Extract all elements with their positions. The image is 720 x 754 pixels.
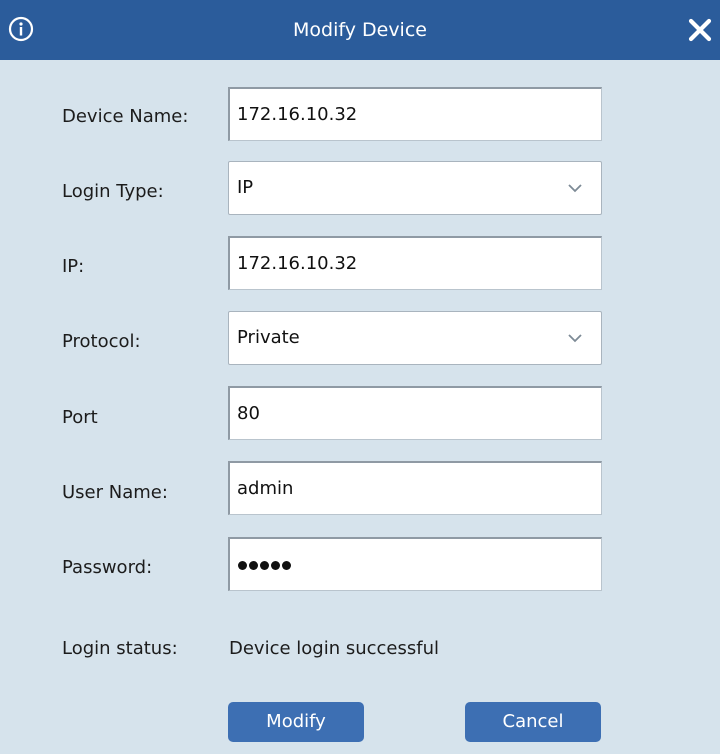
login-type-label: Login Type:	[62, 181, 164, 202]
modify-button[interactable]: Modify	[228, 702, 364, 742]
port-label: Port	[62, 407, 98, 428]
modify-device-dialog: Modify Device Device Name: 172.16.10.32 …	[0, 0, 720, 754]
password-dot	[260, 561, 269, 570]
device-name-label: Device Name:	[62, 106, 189, 127]
login-status-label: Login status:	[62, 638, 178, 659]
chevron-down-icon	[568, 184, 582, 193]
user-name-value: admin	[237, 478, 294, 499]
protocol-value: Private	[237, 327, 300, 348]
title-bar: Modify Device	[0, 0, 720, 60]
password-dot	[249, 561, 258, 570]
device-name-input[interactable]: 172.16.10.32	[228, 87, 602, 141]
password-dot	[271, 561, 280, 570]
protocol-select[interactable]: Private	[228, 311, 602, 365]
login-type-select[interactable]: IP	[228, 161, 602, 215]
password-input[interactable]	[228, 537, 602, 591]
user-name-label: User Name:	[62, 482, 168, 503]
info-icon	[8, 16, 34, 42]
ip-value: 172.16.10.32	[237, 253, 358, 274]
device-name-value: 172.16.10.32	[237, 104, 358, 125]
password-dot	[238, 561, 247, 570]
port-value: 80	[237, 403, 260, 424]
ip-input[interactable]: 172.16.10.32	[228, 236, 602, 290]
password-dot	[282, 561, 291, 570]
chevron-down-icon	[568, 334, 582, 343]
ip-label: IP:	[62, 256, 85, 277]
user-name-input[interactable]: admin	[228, 461, 602, 515]
login-status-text: Device login successful	[229, 638, 440, 659]
window-title: Modify Device	[293, 19, 427, 41]
protocol-label: Protocol:	[62, 331, 141, 352]
cancel-button[interactable]: Cancel	[465, 702, 601, 742]
close-icon[interactable]	[688, 18, 712, 42]
port-input[interactable]: 80	[228, 386, 602, 440]
password-label: Password:	[62, 557, 153, 578]
password-mask	[238, 561, 291, 570]
login-type-value: IP	[237, 177, 254, 198]
